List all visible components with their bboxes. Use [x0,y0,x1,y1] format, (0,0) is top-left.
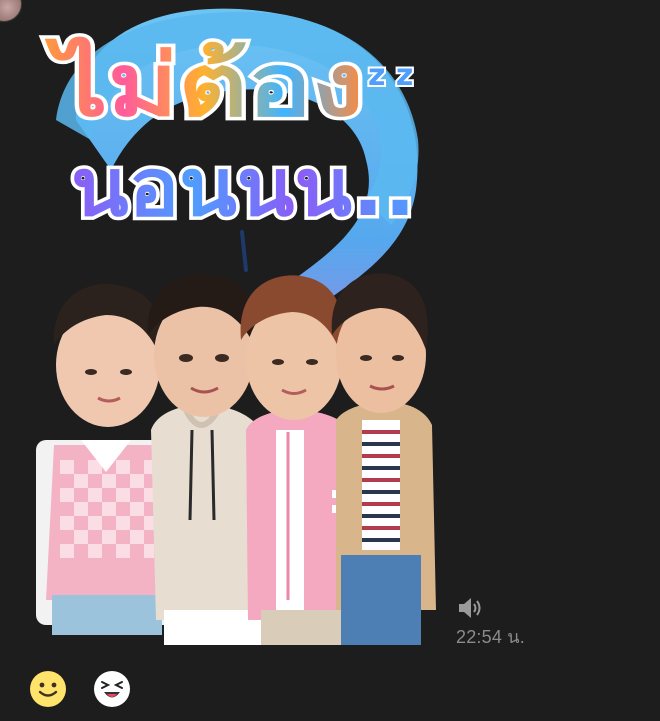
smiley-face-icon[interactable] [29,670,67,708]
grinning-sticker-icon[interactable] [93,670,131,708]
message-meta: 22:54 น. [456,596,566,651]
sticker-image: ไม่ต้อง z z นอนนน.. [36,8,436,645]
sticker-caption-line2: นอนนน.. [71,141,416,234]
sticker-zz: z z [368,58,413,93]
input-toolbar [0,660,660,721]
sender-avatar[interactable] [0,0,22,22]
sticker-message[interactable]: ไม่ต้อง z z นอนนน.. [36,0,446,650]
message-timestamp: 22:54 น. [456,627,525,647]
speaker-icon[interactable] [456,596,484,620]
chat-view: ไม่ต้อง z z นอนนน.. 22:54 น. [0,0,660,721]
sticker-figure-4 [331,273,436,645]
sticker-caption-line1: ไม่ต้อง [44,36,364,136]
